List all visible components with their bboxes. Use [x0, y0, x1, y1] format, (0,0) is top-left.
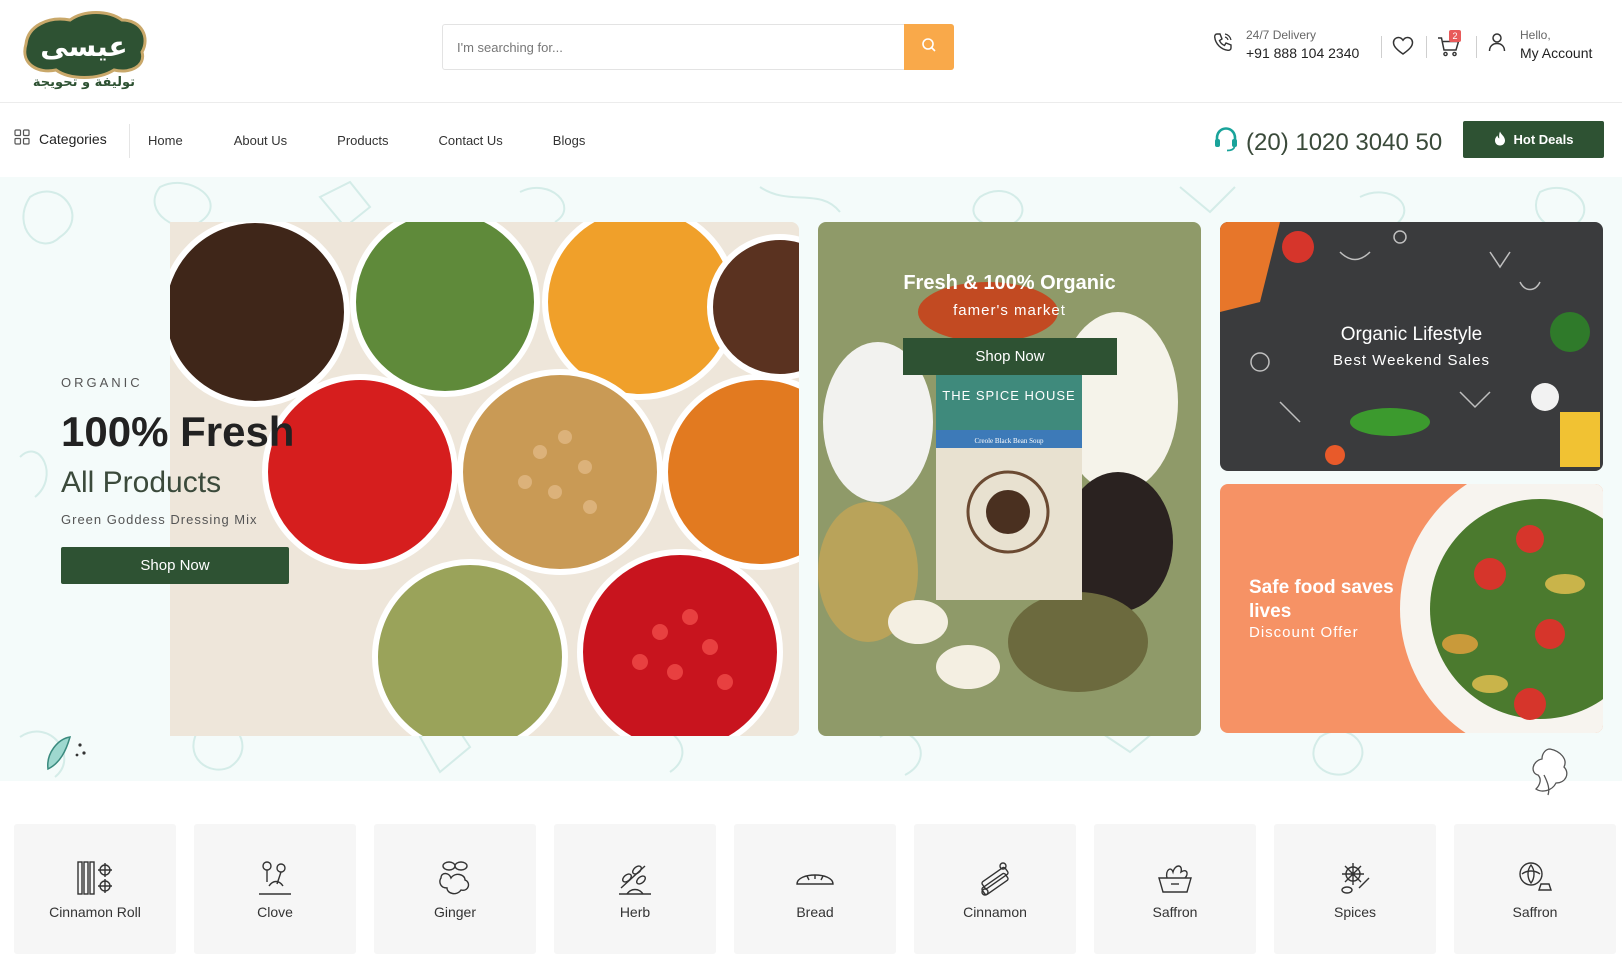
category-label: Saffron	[1152, 904, 1198, 920]
category-label: Herb	[619, 904, 651, 920]
hero-title: 100% Fresh	[61, 408, 295, 455]
hero-subtitle: All Products	[61, 466, 222, 499]
search-button[interactable]	[904, 24, 954, 70]
cart-count-badge: 2	[1449, 30, 1461, 42]
nav-link-home[interactable]: Home	[148, 133, 183, 148]
phone-icon	[1212, 31, 1234, 58]
category-label: Clove	[257, 904, 293, 920]
clove-icon	[255, 858, 295, 898]
promo-organic-subtitle: famer's market	[953, 302, 1066, 319]
hero-description: Green Goddess Dressing Mix	[61, 512, 258, 527]
nav-divider	[129, 124, 130, 158]
nav-link-about[interactable]: About Us	[234, 133, 287, 148]
search-bar	[442, 24, 954, 70]
my-account-link[interactable]: My Account	[1520, 44, 1592, 62]
delivery-info: 24/7 Delivery +91 888 104 2340	[1212, 28, 1359, 62]
wishlist-button[interactable]	[1392, 36, 1414, 61]
heart-icon	[1392, 36, 1414, 60]
saffron-icon	[1515, 858, 1555, 898]
herb-icon	[615, 858, 655, 898]
cart-icon	[1437, 37, 1461, 62]
promo-card-safe-food[interactable]: Safe food saves lives Discount Offer	[1220, 484, 1603, 733]
account-greeting: Hello,	[1520, 28, 1551, 42]
hero-eyebrow: ORGANIC	[61, 375, 143, 390]
nav-link-blogs[interactable]: Blogs	[553, 133, 586, 148]
search-icon	[921, 37, 937, 58]
hot-deals-label: Hot Deals	[1513, 132, 1574, 147]
grid-icon	[14, 129, 30, 148]
category-label: Cinnamon Roll	[49, 904, 141, 920]
category-label: Spices	[1333, 904, 1377, 920]
category-label: Cinnamon	[963, 904, 1027, 920]
category-card-bread[interactable]: Bread	[734, 824, 896, 954]
nav-link-contact[interactable]: Contact Us	[438, 133, 502, 148]
promo-safe-food-title: Safe food saves lives	[1249, 577, 1394, 622]
delivery-phone[interactable]: +91 888 104 2340	[1246, 44, 1359, 62]
user-icon	[1488, 32, 1506, 57]
main-navigation: Categories Home About Us Products Contac…	[0, 103, 1622, 177]
support-phone[interactable]: (20) 1020 3040 50	[1212, 125, 1442, 160]
promo-lifestyle-subtitle: Best Weekend Sales	[1333, 352, 1490, 369]
category-card-spices[interactable]: Spices	[1274, 824, 1436, 954]
category-card-clove[interactable]: Clove	[194, 824, 356, 954]
promo-shop-now-button[interactable]: Shop Now	[903, 338, 1117, 375]
category-label: Saffron	[1512, 904, 1558, 920]
hot-deals-button[interactable]: Hot Deals	[1463, 121, 1604, 158]
hero-banner: ORGANIC 100% Fresh All Products Green Go…	[0, 222, 799, 736]
herb-doodle-icon	[1526, 745, 1574, 802]
ginger-icon	[435, 858, 475, 898]
category-card-cinnamon-roll[interactable]: Cinnamon Roll	[14, 824, 176, 954]
cart-button[interactable]: 2	[1437, 30, 1461, 63]
category-card-cinnamon[interactable]: Cinnamon	[914, 824, 1076, 954]
cinnamon-icon	[975, 858, 1015, 898]
leaf-doodle-icon	[44, 733, 92, 778]
spice-package-image: THE SPICE HOUSE Creole Black Bean Soup	[818, 282, 1178, 692]
support-phone-number: (20) 1020 3040 50	[1246, 128, 1443, 156]
logo-wordmark: عيسى	[40, 30, 127, 63]
site-logo[interactable]: عيسى توليفة و تحويجة	[18, 8, 150, 92]
categories-menu-button[interactable]: Categories	[14, 129, 107, 148]
spices-icon	[1335, 858, 1375, 898]
package-brand: THE SPICE HOUSE	[942, 388, 1075, 403]
categories-label: Categories	[39, 130, 107, 147]
category-label: Bread	[796, 904, 834, 920]
header-divider	[1476, 36, 1477, 58]
bread-icon	[795, 858, 835, 898]
category-strip: Cinnamon Roll Clove Ginger Herb Bread Ci…	[14, 824, 1616, 954]
package-label: Creole Black Bean Soup	[974, 437, 1044, 445]
category-card-herb[interactable]: Herb	[554, 824, 716, 954]
promo-safe-food-subtitle: Discount Offer	[1249, 624, 1359, 641]
logo-tagline: توليفة و تحويجة	[33, 75, 135, 90]
header-divider	[1426, 36, 1427, 58]
cinnamon-roll-icon	[75, 858, 115, 898]
nav-links: Home About Us Products Contact Us Blogs	[148, 133, 634, 148]
hero-text-block: ORGANIC 100% Fresh All Products Green Go…	[61, 375, 294, 584]
category-card-saffron-2[interactable]: Saffron	[1454, 824, 1616, 954]
fire-icon	[1494, 131, 1506, 149]
delivery-label: 24/7 Delivery	[1246, 28, 1317, 42]
category-label: Ginger	[433, 904, 477, 920]
nav-link-products[interactable]: Products	[337, 133, 388, 148]
category-card-ginger[interactable]: Ginger	[374, 824, 536, 954]
search-input[interactable]	[443, 25, 903, 69]
header-divider	[1381, 36, 1382, 58]
hero-shop-now-button[interactable]: Shop Now	[61, 547, 289, 584]
promo-card-lifestyle[interactable]: Organic Lifestyle Best Weekend Sales	[1220, 222, 1603, 471]
promo-organic-title: Fresh & 100% Organic	[903, 272, 1116, 294]
vegetables-chalkboard-image	[1220, 222, 1600, 467]
category-card-saffron[interactable]: Saffron	[1094, 824, 1256, 954]
account-menu[interactable]: Hello, My Account	[1488, 28, 1592, 62]
site-header: عيسى توليفة و تحويجة 24/7 Delivery +91 8…	[0, 0, 1622, 103]
promo-card-organic[interactable]: THE SPICE HOUSE Creole Black Bean Soup F…	[818, 222, 1201, 736]
saffron-icon	[1155, 858, 1195, 898]
headset-icon	[1212, 125, 1240, 160]
promo-lifestyle-title: Organic Lifestyle	[1340, 324, 1483, 345]
